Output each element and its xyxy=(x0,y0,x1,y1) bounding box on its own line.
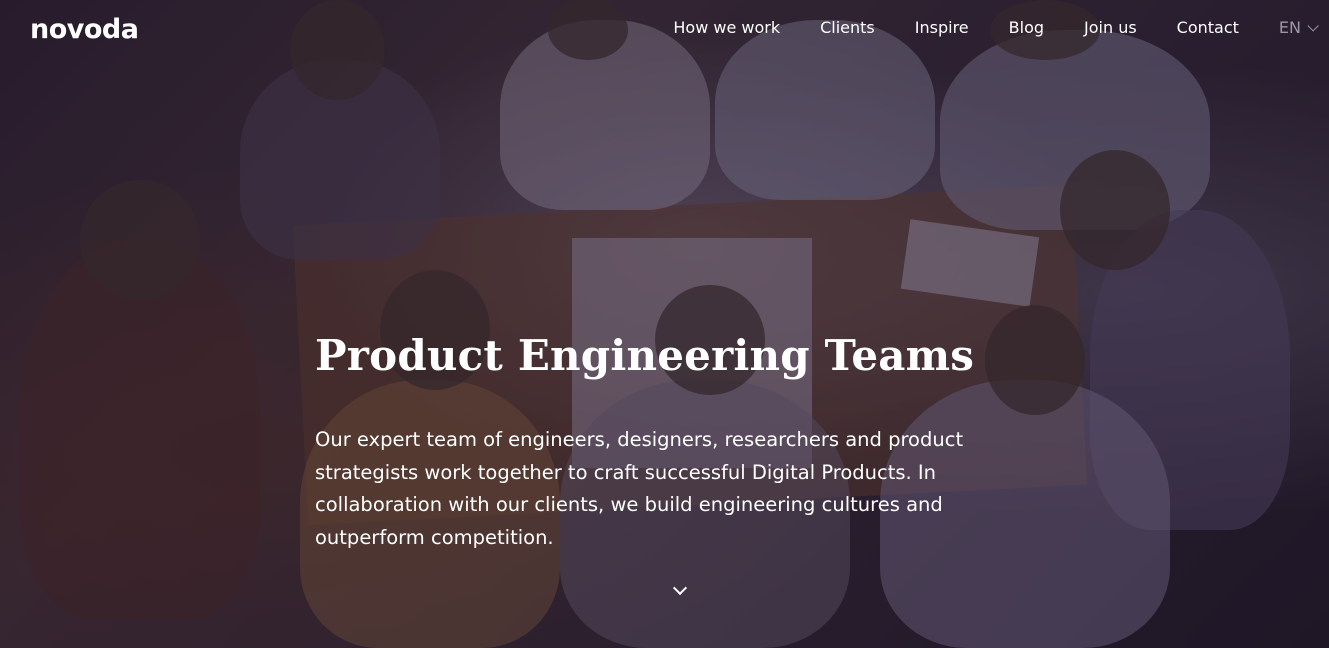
language-selector[interactable]: EN xyxy=(1278,18,1319,37)
scroll-down-button[interactable] xyxy=(672,580,688,599)
nav-item-inspire[interactable]: Inspire xyxy=(915,18,969,37)
chevron-down-icon xyxy=(672,580,688,596)
nav-item-blog[interactable]: Blog xyxy=(1009,18,1044,37)
nav-item-clients[interactable]: Clients xyxy=(820,18,875,37)
hero-description: Our expert team of engineers, designers,… xyxy=(315,428,964,549)
nav-item-contact[interactable]: Contact xyxy=(1177,18,1239,37)
main-nav: How we work Clients Inspire Blog Join us… xyxy=(633,18,1319,37)
nav-item-how-we-work[interactable]: How we work xyxy=(673,18,780,37)
hero-section: novoda How we work Clients Inspire Blog … xyxy=(0,0,1329,648)
nav-item-join-us[interactable]: Join us xyxy=(1084,18,1137,37)
hero-title: Product Engineering Teams xyxy=(315,331,975,380)
language-label: EN xyxy=(1278,18,1301,37)
novoda-logo[interactable]: novoda xyxy=(30,14,139,45)
